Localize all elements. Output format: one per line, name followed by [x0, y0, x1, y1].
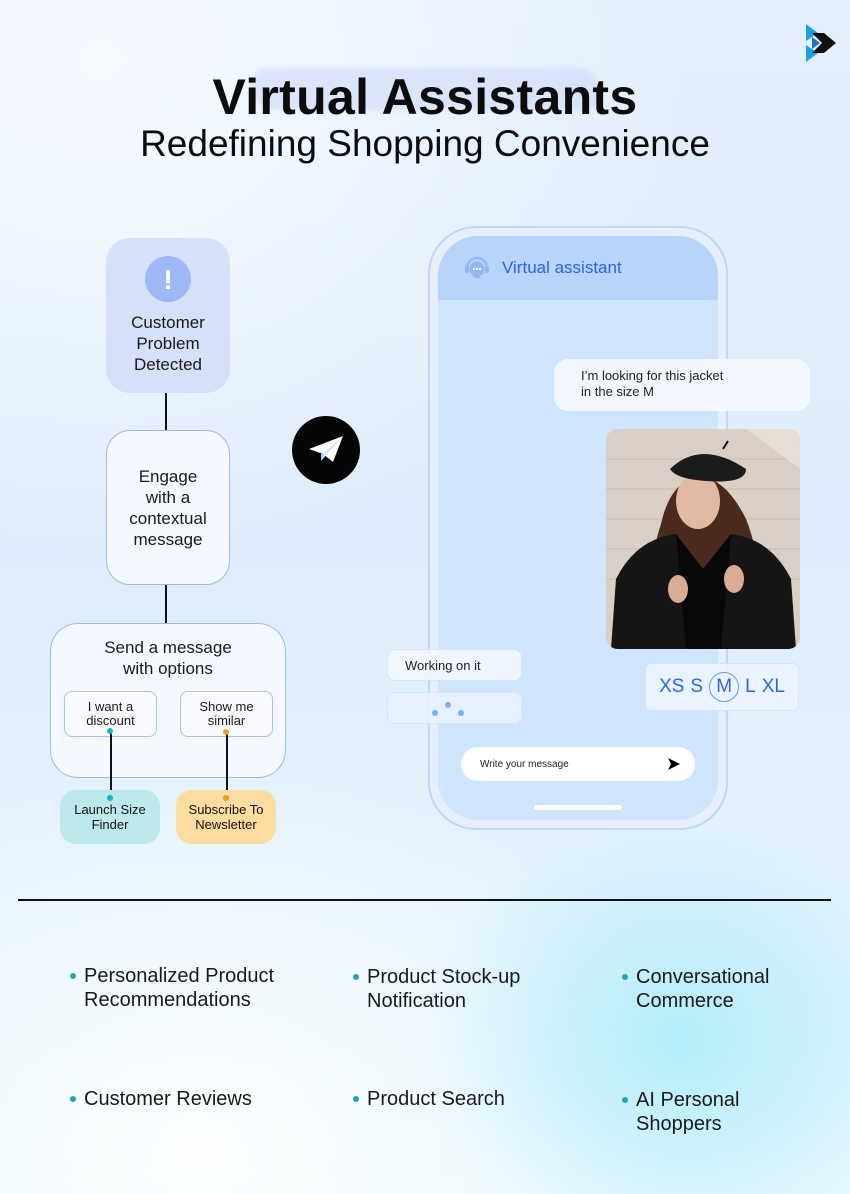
section-divider — [18, 899, 831, 901]
step-label-line: with options — [123, 659, 213, 678]
page-subtitle: Redefining Shopping Convenience — [140, 123, 710, 164]
feature-label-line: Recommendations — [84, 989, 251, 1011]
exclamation-icon: ! — [145, 256, 191, 302]
feature-label-line: Conversational — [636, 966, 770, 988]
size-option[interactable]: XL — [762, 676, 785, 698]
step-label-line: Customer — [131, 313, 205, 332]
bullet-icon — [622, 1097, 628, 1103]
feature-label-line: Commerce — [636, 990, 734, 1012]
size-option-label: M — [716, 676, 733, 697]
outcome-label-line: Finder — [91, 817, 129, 832]
step-label-line: with a — [145, 487, 191, 507]
outcome-label-line: Launch Size — [74, 802, 146, 817]
feature-label-line: AI Personal — [636, 1089, 740, 1111]
flow-step-send-options: Send a message with options I want a disc… — [50, 623, 286, 778]
step-label-line: contextual — [129, 508, 207, 528]
size-selector: XS S M L XL — [645, 663, 799, 711]
bullet-icon — [70, 973, 76, 979]
step-label-line: message — [133, 529, 203, 549]
feature-label-line: Customer Reviews — [84, 1088, 252, 1110]
message-line: in the size M — [581, 384, 654, 399]
size-option-selected[interactable]: M — [709, 672, 740, 702]
step-label-line: Send a message — [104, 638, 232, 657]
flow-step-engage: Engage with a contextual message — [106, 430, 230, 585]
typing-dot — [458, 710, 464, 716]
feature-label-line: Product Stock-up — [367, 966, 521, 988]
option-label-line: Show me — [199, 699, 254, 714]
typing-indicator — [387, 692, 522, 724]
chat-header-title: Virtual assistant — [502, 258, 622, 277]
brand-logo-icon — [806, 24, 836, 62]
send-arrow-icon[interactable] — [667, 757, 681, 771]
message-line: I’m looking for this jacket — [581, 368, 724, 383]
message-input[interactable]: Write your message — [461, 747, 695, 781]
headset-chat-icon — [465, 256, 489, 279]
step-label-line: Detected — [133, 355, 203, 374]
option-label-line: discount — [86, 713, 135, 728]
flow-step-problem-detected: ! Customer Problem Detected — [106, 238, 230, 393]
connector-line — [165, 392, 167, 430]
option-label-line: similar — [207, 713, 246, 728]
connector-dot — [223, 729, 229, 735]
message-input-placeholder: Write your message — [480, 758, 569, 770]
feature-item: Conversational Commerce — [622, 965, 769, 1013]
jacket-photo — [606, 429, 800, 649]
step-label-line: Engage — [138, 466, 198, 486]
step-label-line: Problem — [136, 334, 200, 353]
size-option[interactable]: S — [690, 676, 703, 698]
option-label-line: I want a — [87, 699, 134, 714]
page-title: Virtual Assistants — [212, 69, 638, 125]
feature-label-line: Product Search — [367, 1088, 505, 1110]
user-message-bubble: I’m looking for this jacket in the size … — [554, 359, 810, 411]
typing-dot — [445, 702, 451, 708]
connector-line — [165, 585, 167, 623]
connector-dot — [107, 728, 113, 734]
feature-item: Personalized Product Recommendations — [70, 964, 274, 1012]
telegram-send-icon — [292, 416, 360, 484]
connector-line — [226, 732, 228, 798]
connector-dot — [107, 795, 113, 801]
outcome-label-line: Newsletter — [195, 817, 257, 832]
feature-label-line: Shoppers — [636, 1113, 722, 1135]
feature-label-line: Personalized Product — [84, 965, 275, 987]
feature-label-line: Notification — [367, 990, 466, 1012]
bullet-icon — [622, 974, 628, 980]
outcome-label-line: Subscribe To — [188, 802, 264, 817]
bullet-icon — [353, 974, 359, 980]
feature-item: Product Search — [353, 1087, 505, 1111]
size-option[interactable]: XS — [659, 676, 684, 698]
bullet-icon — [353, 1096, 359, 1102]
feature-item: Customer Reviews — [70, 1087, 252, 1111]
connector-line — [110, 731, 112, 798]
feature-item: AI Personal Shoppers — [622, 1088, 739, 1136]
size-option[interactable]: L — [745, 676, 756, 698]
bot-message-bubble: Working on it — [387, 649, 522, 681]
feature-item: Product Stock-up Notification — [353, 965, 520, 1013]
bullet-icon — [70, 1096, 76, 1102]
connector-dot — [223, 795, 229, 801]
chat-header: Virtual assistant — [438, 236, 718, 300]
home-indicator — [534, 805, 622, 810]
typing-dot — [432, 710, 438, 716]
